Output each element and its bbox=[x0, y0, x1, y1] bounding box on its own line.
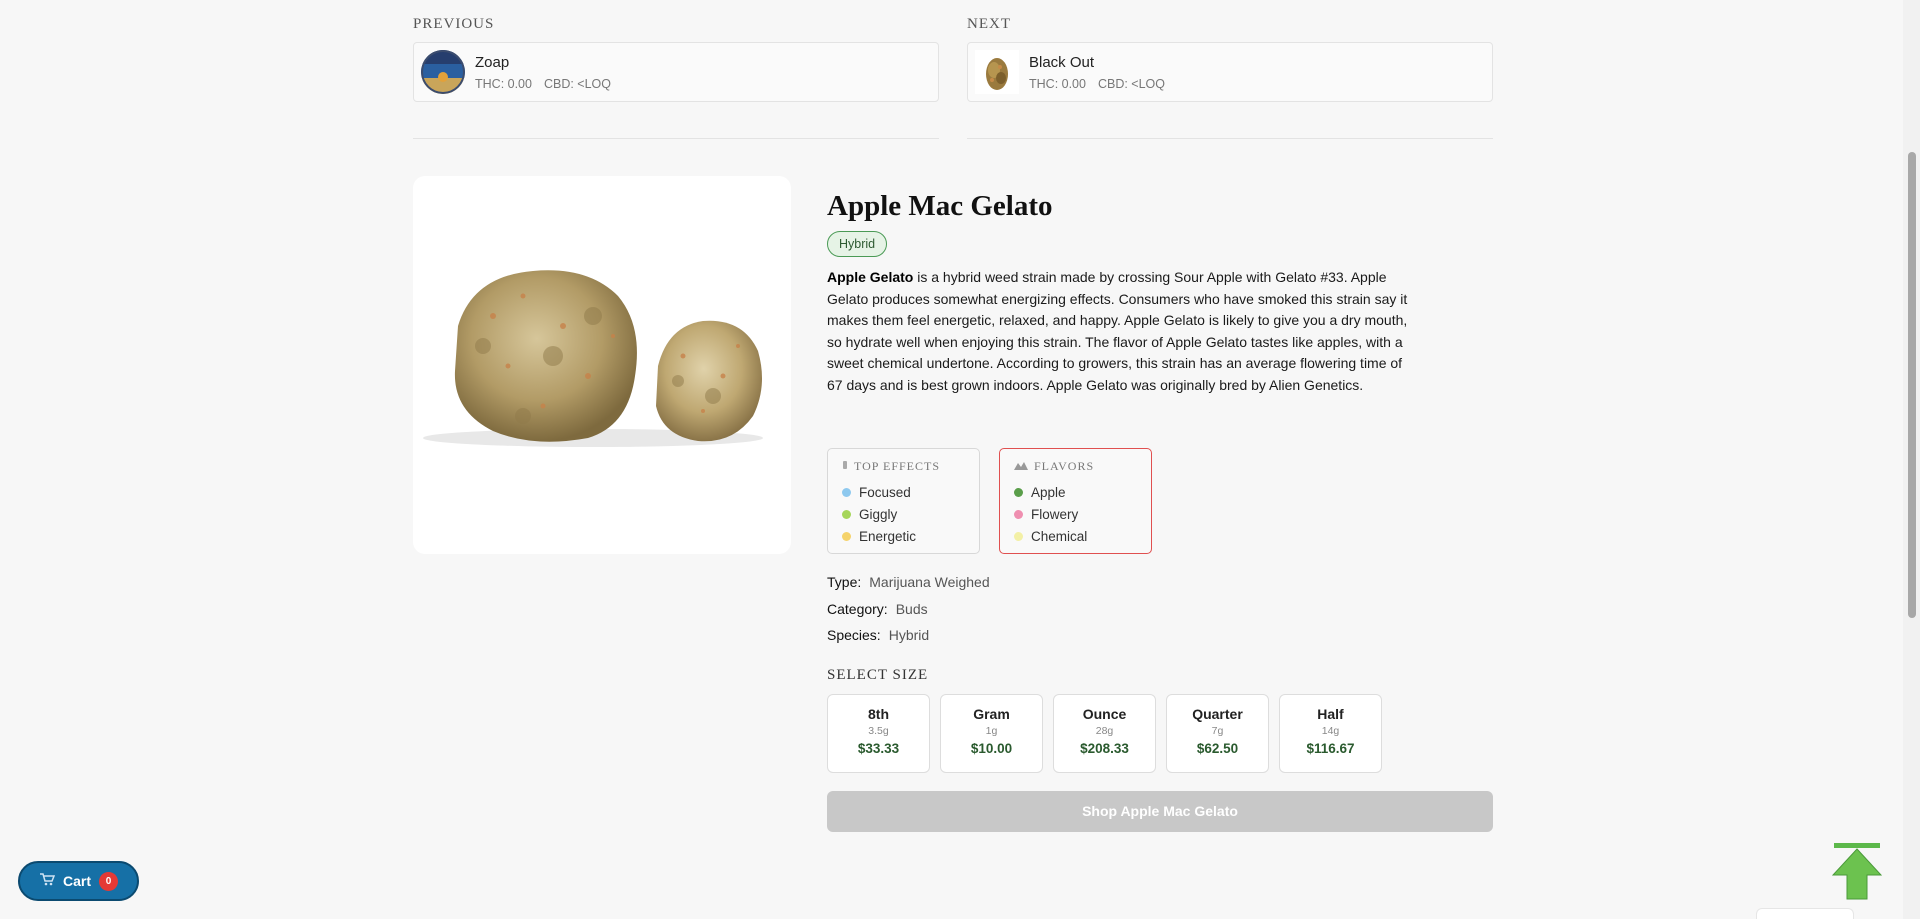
next-product-card[interactable]: Black Out THC: 0.00 CBD: <LOQ bbox=[967, 42, 1493, 102]
cart-label: Cart bbox=[63, 873, 92, 889]
flavor-item: Chemical bbox=[1014, 525, 1137, 547]
size-price: $208.33 bbox=[1080, 740, 1129, 756]
effect-label: Focused bbox=[859, 484, 911, 500]
effect-label: Giggly bbox=[859, 506, 898, 522]
attr-category: Category: Buds bbox=[827, 601, 1495, 628]
flavor-item: Apple bbox=[1014, 481, 1137, 503]
attr-category-value: Buds bbox=[895, 600, 928, 617]
size-name: Gram bbox=[973, 705, 1010, 722]
description-lead: Apple Gelato bbox=[827, 269, 914, 285]
next-cbd: CBD: <LOQ bbox=[1097, 76, 1166, 91]
effect-item: Giggly bbox=[842, 503, 965, 525]
next-thc: THC: 0.00 bbox=[1029, 76, 1086, 91]
flavor-dot bbox=[1014, 531, 1023, 541]
mountain-icon bbox=[1014, 459, 1028, 474]
effect-item: Energetic bbox=[842, 525, 965, 547]
top-effects-box: TOP EFFECTS Focused Giggly Energetic bbox=[827, 448, 980, 554]
corner-widget bbox=[1756, 908, 1854, 919]
size-weight: 28g bbox=[1095, 724, 1114, 737]
previous-product-meta: THC: 0.00 CBD: <LOQ bbox=[475, 77, 623, 91]
product-attributes: Type: Marijuana Weighed Category: Buds Spe… bbox=[827, 574, 1495, 654]
size-name: 8th bbox=[868, 705, 889, 722]
flavors-box: FLAVORS Apple Flowery Chemical bbox=[999, 448, 1152, 554]
effects-flavors: TOP EFFECTS Focused Giggly Energetic FLA… bbox=[827, 448, 1495, 554]
flavor-label: Apple bbox=[1031, 484, 1066, 500]
previous-product: PREVIOUS Zoap THC: 0.00 CBD: <LOQ bbox=[413, 16, 939, 102]
next-heading: NEXT bbox=[967, 16, 1011, 32]
size-price: $116.67 bbox=[1306, 740, 1355, 756]
effect-item: Focused bbox=[842, 481, 965, 503]
size-option-gram[interactable]: Gram 1g $10.00 bbox=[940, 693, 1043, 773]
size-name: Half bbox=[1317, 705, 1344, 722]
size-option-ounce[interactable]: Ounce 28g $208.33 bbox=[1053, 693, 1156, 773]
next-product: NEXT Black Out THC: 0.00 CBD: <LOQ bbox=[967, 16, 1493, 102]
size-weight: 1g bbox=[985, 724, 998, 737]
size-weight: 7g bbox=[1211, 724, 1224, 737]
attr-type: Type: Marijuana Weighed bbox=[827, 574, 1495, 601]
species-badge: Hybrid bbox=[827, 231, 888, 257]
size-name: Ounce bbox=[1082, 705, 1127, 722]
previous-cbd: CBD: <LOQ bbox=[543, 76, 612, 91]
size-name: Quarter bbox=[1192, 705, 1243, 722]
size-price: $10.00 bbox=[970, 740, 1013, 756]
size-option-quarter[interactable]: Quarter 7g $62.50 bbox=[1166, 693, 1269, 773]
product-image bbox=[413, 176, 791, 554]
next-product-meta: THC: 0.00 CBD: <LOQ bbox=[1029, 77, 1177, 91]
product-description: Apple Gelato is a hybrid weed strain mad… bbox=[827, 267, 1417, 396]
size-weight: 3.5g bbox=[868, 724, 889, 737]
flavor-dot bbox=[1014, 487, 1023, 497]
effect-dot bbox=[842, 509, 851, 519]
description-body: is a hybrid weed strain made by crossing… bbox=[827, 269, 1408, 393]
top-effects-title: TOP EFFECTS bbox=[854, 459, 941, 473]
flavors-title: FLAVORS bbox=[1034, 459, 1095, 473]
arrow-up-icon bbox=[1831, 843, 1883, 900]
flavor-item: Flowery bbox=[1014, 503, 1137, 525]
size-option-8th[interactable]: 8th 3.5g $33.33 bbox=[827, 693, 930, 773]
effects-icon bbox=[842, 459, 848, 474]
divider-right bbox=[967, 138, 1493, 139]
size-options: 8th 3.5g $33.33 Gram 1g $10.00 Ounce 28g… bbox=[827, 693, 1495, 773]
product-info: Apple Mac Gelato Hybrid Apple Gelato is … bbox=[827, 190, 1495, 832]
cart-button[interactable]: Cart 0 bbox=[18, 861, 139, 901]
effect-dot bbox=[842, 531, 851, 541]
scroll-to-top-button[interactable] bbox=[1831, 842, 1883, 900]
attr-category-label: Category: bbox=[827, 600, 888, 617]
attr-type-label: Type: bbox=[827, 574, 862, 590]
top-effects-heading: TOP EFFECTS bbox=[842, 459, 965, 474]
attr-species-value: Hybrid bbox=[888, 627, 930, 643]
size-price: $62.50 bbox=[1196, 740, 1239, 756]
previous-product-card[interactable]: Zoap THC: 0.00 CBD: <LOQ bbox=[413, 42, 939, 102]
flavor-dot bbox=[1014, 509, 1023, 519]
attr-type-value: Marijuana Weighed bbox=[869, 574, 990, 590]
scrollbar[interactable] bbox=[1903, 0, 1920, 919]
previous-product-thumbnail bbox=[421, 50, 465, 94]
select-size-heading: SELECT SIZE bbox=[827, 666, 929, 683]
attr-species-label: Species: bbox=[827, 627, 881, 643]
product-title: Apple Mac Gelato bbox=[827, 190, 1053, 222]
previous-product-name: Zoap bbox=[475, 53, 510, 71]
cart-count-badge: 0 bbox=[99, 871, 119, 891]
size-price: $33.33 bbox=[857, 740, 900, 756]
previous-thc: THC: 0.00 bbox=[475, 76, 532, 91]
effect-dot bbox=[842, 487, 851, 497]
shop-product-button[interactable]: Shop Apple Mac Gelato bbox=[827, 790, 1493, 832]
cart-icon bbox=[40, 873, 56, 889]
flavor-label: Chemical bbox=[1031, 528, 1088, 544]
divider-left bbox=[413, 138, 939, 139]
flavor-label: Flowery bbox=[1031, 506, 1079, 522]
scrollbar-thumb[interactable] bbox=[1908, 152, 1916, 618]
size-option-half[interactable]: Half 14g $116.67 bbox=[1279, 693, 1382, 773]
size-weight: 14g bbox=[1321, 724, 1340, 737]
flavors-heading: FLAVORS bbox=[1014, 459, 1137, 474]
next-product-name: Black Out bbox=[1029, 53, 1095, 71]
effect-label: Energetic bbox=[859, 528, 917, 544]
attr-species: Species: Hybrid bbox=[827, 627, 1495, 654]
previous-heading: PREVIOUS bbox=[413, 16, 495, 32]
next-product-thumbnail bbox=[975, 50, 1019, 94]
